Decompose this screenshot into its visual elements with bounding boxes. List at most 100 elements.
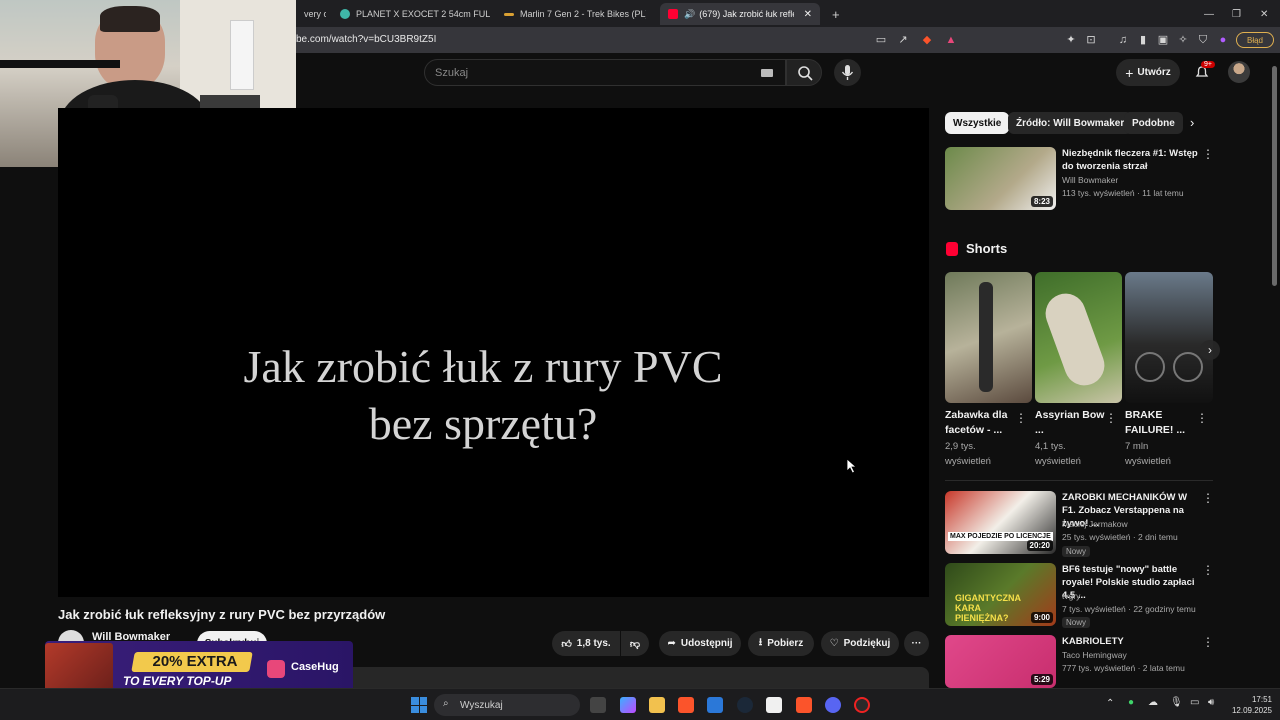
short-title[interactable]: BRAKE FAILURE! ...	[1125, 408, 1195, 438]
cast-icon[interactable]: ▭	[874, 33, 888, 47]
chevron-right-icon[interactable]: ›	[1190, 115, 1194, 130]
task-view-icon[interactable]	[590, 697, 606, 713]
short-views: 4,1 tys. wyświetleń	[1035, 441, 1081, 467]
dislike-button[interactable]: 👎︎	[621, 631, 649, 656]
thumbnail-caption: GIGANTYCZNA KARA PIENIĘŻNA?	[955, 593, 1021, 623]
notifications-button[interactable]: 9+	[1194, 61, 1215, 80]
tab-2[interactable]: PLANET X EXOCET 2 54cm FULL CAR	[332, 3, 490, 25]
chip-related[interactable]: Podobne	[1124, 112, 1183, 134]
ad-banner[interactable]: 20% EXTRA TO EVERY TOP-UP CaseHug	[45, 641, 353, 693]
microsoft-store-icon[interactable]	[707, 697, 723, 713]
new-tab-button[interactable]: +	[824, 3, 844, 25]
brave-rewards-icon[interactable]: ▲	[944, 33, 958, 47]
taskbar-search[interactable]: ⌕ Wyszukaj	[434, 694, 580, 716]
avatar[interactable]	[1228, 61, 1250, 83]
minimize-icon[interactable]: —	[1196, 3, 1222, 25]
page-scrollbar[interactable]	[1270, 56, 1280, 688]
short-thumbnail[interactable]	[1125, 272, 1213, 403]
kebab-menu-icon[interactable]: ⋮	[1015, 411, 1027, 425]
short-thumbnail[interactable]	[945, 272, 1032, 403]
windows-start-icon[interactable]	[411, 697, 427, 713]
short-thumbnail[interactable]	[1035, 272, 1122, 403]
error-badge[interactable]: Błąd	[1236, 32, 1274, 48]
short-views: 7 mln wyświetleń	[1125, 441, 1171, 467]
video-thumbnail[interactable]: GIGANTYCZNA KARA PIENIĘŻNA? 9:00	[945, 563, 1056, 626]
video-player[interactable]: Jak zrobić łuk z rury PVC bez sprzętu?	[58, 108, 929, 597]
close-tab-icon[interactable]: ✕	[804, 9, 812, 20]
like-button[interactable]: 👍︎ 1,8 tys.	[552, 631, 620, 656]
create-button[interactable]: + Utwórz	[1116, 59, 1180, 86]
share-label: Udostępnij	[680, 638, 733, 649]
shorts-next-button[interactable]: ›	[1200, 340, 1220, 360]
search-button[interactable]	[786, 59, 822, 86]
tray-app-icon[interactable]: ●	[1128, 697, 1134, 708]
chip-from-channel[interactable]: Źródło: Will Bowmaker	[1008, 112, 1133, 134]
kebab-menu-icon[interactable]: ⋮	[1196, 411, 1208, 425]
thumbs-up-icon: 👍︎	[561, 638, 572, 650]
kebab-menu-icon[interactable]: ⋮	[1202, 563, 1214, 577]
leo-icon[interactable]: ✧	[1176, 33, 1190, 47]
short-title[interactable]: Assyrian Bow ...	[1035, 408, 1105, 438]
copilot-icon[interactable]	[620, 697, 636, 713]
chip-all[interactable]: Wszystkie	[945, 112, 1010, 134]
search-input[interactable]: Szukaj	[424, 59, 786, 86]
video-channel[interactable]: Taco Hemingway	[1062, 649, 1127, 662]
kebab-menu-icon[interactable]: ⋮	[1202, 491, 1214, 505]
short-title[interactable]: Zabawka dla facetów - ...	[945, 408, 1015, 438]
download-button[interactable]: ⭳ Pobierz	[748, 631, 814, 656]
network-icon[interactable]: ▭	[1190, 697, 1199, 708]
microphone-tray-icon[interactable]: 🎙︎	[1170, 697, 1183, 708]
keyboard-icon[interactable]	[761, 69, 773, 77]
obs-icon[interactable]	[854, 697, 870, 713]
volume-icon[interactable]: 🔊︎	[1208, 697, 1214, 708]
video-thumbnail[interactable]: 5:29	[945, 635, 1056, 688]
video-title[interactable]: Niezbędnik fleczera #1: Wstęp do tworzen…	[1062, 147, 1202, 173]
tab-1[interactable]: very on	[296, 3, 326, 25]
new-badge: Nowy	[1062, 546, 1091, 557]
kebab-menu-icon[interactable]: ⋮	[1202, 635, 1214, 649]
discord-icon[interactable]	[825, 697, 841, 713]
video-title[interactable]: KABRIOLETY	[1062, 635, 1202, 648]
vpn-icon[interactable]: ⛉	[1196, 33, 1210, 47]
search-placeholder: Szukaj	[435, 67, 469, 79]
scrollbar-thumb[interactable]	[1272, 66, 1277, 286]
sidebar-icon[interactable]: ▮	[1136, 33, 1150, 47]
speaker-icon: 🔊	[684, 8, 696, 19]
screenshot-icon[interactable]: ⊡	[1084, 33, 1098, 47]
brave-active-icon[interactable]	[796, 697, 812, 713]
more-actions-button[interactable]: ···	[904, 631, 929, 656]
tab-3[interactable]: Marlin 7 Gen 2 - Trek Bikes (PL)	[496, 3, 646, 25]
tray-overflow-icon[interactable]: ⌃	[1106, 698, 1114, 709]
onedrive-icon[interactable]: ☁	[1148, 697, 1158, 708]
steam-icon[interactable]	[737, 697, 753, 713]
thumbs-down-icon: 👎︎	[629, 638, 641, 650]
close-window-icon[interactable]: ✕	[1252, 3, 1276, 25]
file-explorer-icon[interactable]	[649, 697, 665, 713]
video-thumbnail[interactable]: MAX POJEDZIE PO LICENCJE 20:20	[945, 491, 1056, 554]
notepad-icon[interactable]	[766, 697, 782, 713]
video-thumbnail[interactable]: 8:23	[945, 147, 1056, 210]
music-icon[interactable]: ♫	[1116, 33, 1130, 47]
thanks-button[interactable]: ♡ Podziękuj	[821, 631, 899, 656]
wallet-icon[interactable]: ▣	[1156, 33, 1170, 47]
shorts-heading: Shorts	[966, 241, 1008, 256]
brave-shield-icon[interactable]: ◆	[920, 33, 934, 47]
extensions-icon[interactable]: ✦	[1064, 33, 1078, 47]
url-field[interactable]: be.com/watch?v=bCU3BR9tZ5I	[296, 34, 436, 45]
video-channel[interactable]: tvgry	[1062, 590, 1080, 603]
share-button[interactable]: ➦ Udostępnij	[659, 631, 741, 656]
maximize-icon[interactable]: ❐	[1224, 3, 1249, 25]
video-channel[interactable]: Maciej Jermakow	[1062, 518, 1128, 531]
heart-dollar-icon: ♡	[829, 638, 839, 649]
tab-active[interactable]: 🔊 (679) Jak zrobić łuk refleksyjn ✕	[660, 3, 820, 25]
kebab-menu-icon[interactable]: ⋮	[1105, 411, 1117, 425]
profile-icon[interactable]: ●	[1216, 33, 1230, 47]
brave-browser-icon[interactable]	[678, 697, 694, 713]
system-clock[interactable]: 17:51 12.09.2025	[1228, 694, 1272, 716]
share-icon[interactable]: ↗	[896, 33, 910, 47]
video-channel[interactable]: Will Bowmaker	[1062, 174, 1118, 187]
mic-arm	[0, 60, 120, 68]
video-title[interactable]: BF6 testuje "nowy" battle royale! Polski…	[1062, 563, 1202, 602]
microphone-button[interactable]	[834, 59, 861, 86]
kebab-menu-icon[interactable]: ⋮	[1202, 147, 1214, 161]
